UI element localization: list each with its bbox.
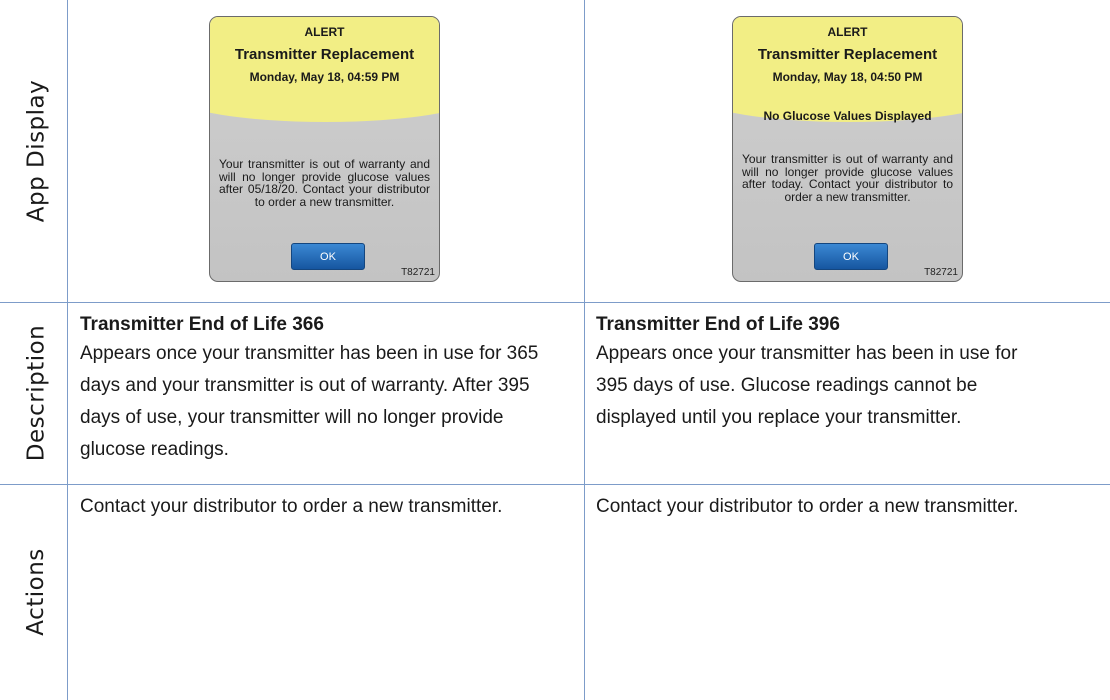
alert-card-eol-396: ALERT Transmitter Replacement Monday, Ma…: [732, 16, 963, 282]
figure-code: T82721: [401, 267, 435, 278]
alert-title: Transmitter Replacement: [234, 46, 415, 63]
alert-message: Your transmitter is out of warranty and …: [742, 152, 953, 204]
description-heading: Transmitter End of Life 366: [80, 314, 324, 335]
alert-message: Your transmitter is out of warranty and …: [219, 157, 430, 209]
description-body: Appears once your transmitter has been i…: [596, 343, 1018, 428]
alert-label: ALERT: [827, 25, 868, 39]
description-heading: Transmitter End of Life 396: [596, 314, 840, 335]
row-label-actions: Actions: [6, 484, 66, 700]
ok-button[interactable]: OK: [814, 243, 888, 270]
ok-button[interactable]: OK: [291, 243, 365, 270]
grid-line-row1: [0, 302, 1110, 303]
grid-line-middle: [584, 0, 585, 700]
grid-line-left: [67, 0, 68, 700]
row-label-actions-text: Actions: [23, 548, 50, 636]
alert-title: Transmitter Replacement: [757, 46, 938, 63]
alert-label: ALERT: [304, 25, 345, 39]
alert-date: Monday, May 18, 04:59 PM: [249, 70, 400, 84]
row-label-app-display-text: App Display: [23, 79, 49, 223]
row-label-description: Description: [6, 302, 66, 484]
figure-code: T82721: [924, 267, 958, 278]
description-body: Appears once your transmitter has been i…: [80, 343, 539, 460]
description-eol-396: Transmitter End of Life 396 Appears once…: [596, 314, 1066, 434]
action-eol-366: Contact your distributor to order a new …: [80, 496, 503, 517]
alert-card-eol-366: ALERT Transmitter Replacement Monday, Ma…: [209, 16, 440, 282]
no-glucose-notice: No Glucose Values Displayed: [763, 109, 932, 123]
action-eol-396: Contact your distributor to order a new …: [596, 496, 1019, 517]
row-label-description-text: Description: [23, 324, 49, 462]
description-eol-366: Transmitter End of Life 366 Appears once…: [80, 314, 565, 466]
alert-date: Monday, May 18, 04:50 PM: [772, 70, 923, 84]
row-label-app-display: App Display: [6, 0, 66, 302]
grid-line-row2: [0, 484, 1110, 485]
